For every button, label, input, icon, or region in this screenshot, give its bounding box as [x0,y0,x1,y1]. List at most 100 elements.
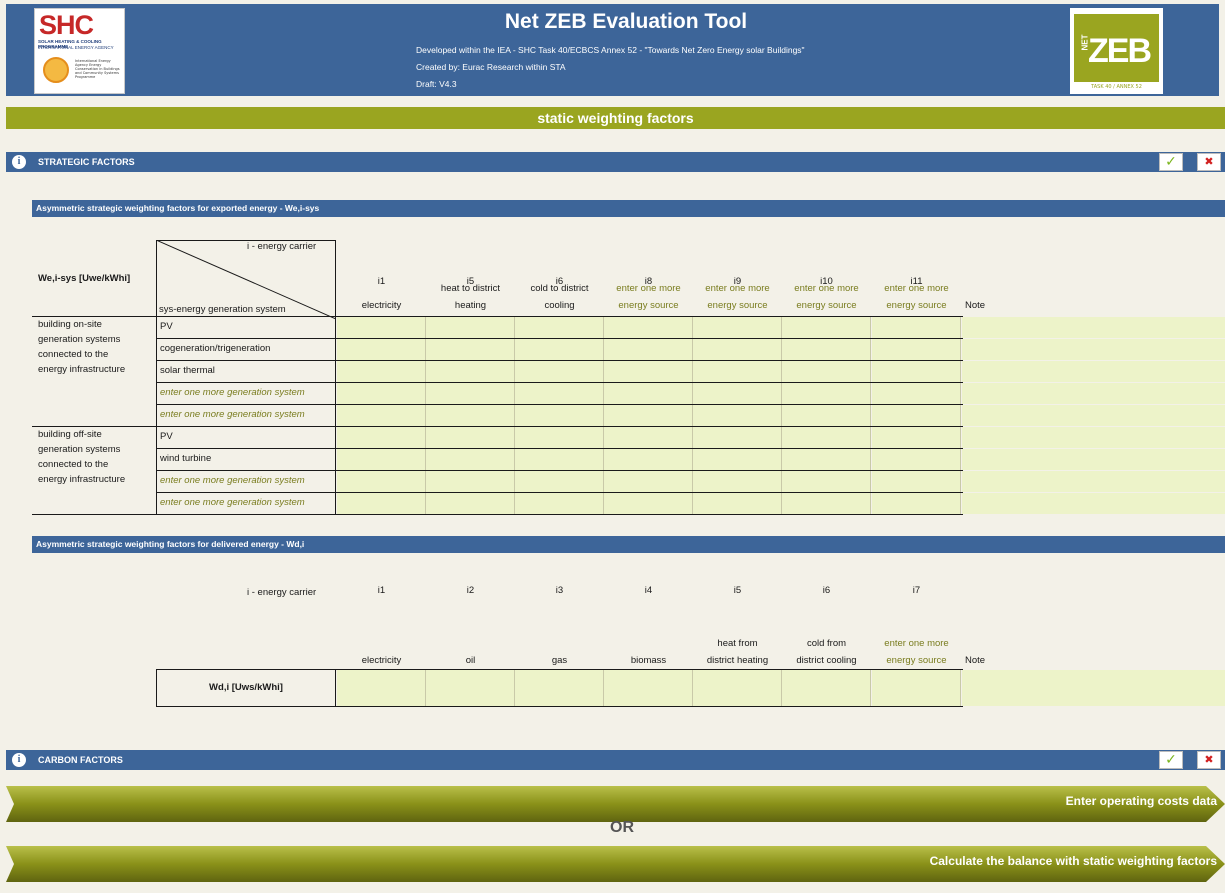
weight-input-cell[interactable] [604,471,693,492]
weight-input-cell[interactable] [693,405,782,426]
weight-input-cell[interactable] [604,427,693,448]
weight-input-cell[interactable] [782,471,871,492]
weight-input-cell[interactable] [693,427,782,448]
confirm-button[interactable]: ✓ [1159,751,1183,769]
weight-input-cell[interactable] [515,405,604,426]
weight-input-cell[interactable] [426,471,515,492]
weight-input-cell[interactable] [426,317,515,338]
note-input-cell[interactable] [962,471,1225,492]
energy-carrier-label: i - energy carrier [247,241,317,252]
weight-input-cell[interactable] [782,427,871,448]
info-icon[interactable]: i [12,753,26,767]
carrier-name: energy source [886,300,947,311]
weight-input-cell[interactable] [515,471,604,492]
row-divider [156,316,157,514]
weight-input-cell[interactable] [426,427,515,448]
generation-system-row-label[interactable]: enter one more generation system [160,475,305,486]
weight-input-cell[interactable] [693,361,782,382]
weight-input-cell[interactable] [872,361,961,382]
weight-input-cell[interactable] [782,383,871,404]
weight-input-cell[interactable] [426,449,515,470]
weight-input-cell[interactable] [604,361,693,382]
weight-input-cell[interactable] [604,383,693,404]
weight-input-cell[interactable] [872,427,961,448]
weight-input-cell[interactable] [426,493,515,514]
weight-input-cell[interactable] [782,493,871,514]
weight-input-cell[interactable] [426,339,515,360]
generation-system-row-label[interactable]: enter one more generation system [160,387,305,398]
weight-input-cell[interactable] [693,670,782,706]
weight-input-cell[interactable] [337,317,426,338]
weight-input-cell[interactable] [872,383,961,404]
weight-input-cell[interactable] [604,339,693,360]
weight-input-cell[interactable] [515,361,604,382]
generation-system-row-label[interactable]: enter one more generation system [160,497,305,508]
weight-input-cell[interactable] [782,317,871,338]
weight-input-cell[interactable] [693,493,782,514]
weight-input-cell[interactable] [426,383,515,404]
weight-input-cell[interactable] [515,383,604,404]
weight-input-cell[interactable] [872,471,961,492]
info-icon[interactable]: i [12,155,26,169]
weight-input-cell[interactable] [515,317,604,338]
weight-input-cell[interactable] [604,449,693,470]
close-button[interactable]: ✖ [1197,153,1221,171]
weight-input-cell[interactable] [337,339,426,360]
weight-input-cell[interactable] [872,405,961,426]
weight-input-cell[interactable] [693,471,782,492]
note-input-cell[interactable] [962,405,1225,426]
carrier-id: i1 [377,585,386,596]
weight-input-cell[interactable] [604,317,693,338]
weight-input-cell[interactable] [872,449,961,470]
carbon-factors-bar[interactable]: i CARBON FACTORS ✓ ✖ [6,750,1225,770]
weight-input-cell[interactable] [872,493,961,514]
weight-input-cell[interactable] [872,339,961,360]
carrier-name: heat from [717,638,758,649]
weight-input-cell[interactable] [337,405,426,426]
weight-input-cell[interactable] [337,493,426,514]
close-button[interactable]: ✖ [1197,751,1221,769]
note-input-cell[interactable] [962,493,1225,514]
note-input-cell[interactable] [962,427,1225,448]
weight-input-cell[interactable] [693,383,782,404]
weight-input-cell[interactable] [782,670,871,706]
note-input-cell[interactable] [962,383,1225,404]
note-input-cell[interactable] [962,361,1225,382]
weight-input-cell[interactable] [872,670,961,706]
strategic-factors-bar[interactable]: i STRATEGIC FACTORS ✓ ✖ [6,152,1225,172]
calculate-balance-button[interactable]: Calculate the balance with static weight… [6,846,1225,882]
weight-input-cell[interactable] [337,361,426,382]
weight-input-cell[interactable] [872,317,961,338]
confirm-button[interactable]: ✓ [1159,153,1183,171]
weight-input-cell[interactable] [693,449,782,470]
note-input-cell[interactable] [962,339,1225,360]
weight-input-cell[interactable] [337,670,426,706]
weight-input-cell[interactable] [337,471,426,492]
weight-input-cell[interactable] [515,427,604,448]
weight-input-cell[interactable] [782,361,871,382]
weight-input-cell[interactable] [693,339,782,360]
note-input-cell[interactable] [962,317,1225,338]
weight-input-cell[interactable] [515,449,604,470]
enter-operating-costs-button[interactable]: Enter operating costs data [6,786,1225,822]
weight-input-cell[interactable] [337,449,426,470]
header-line-3: Draft: V4.3 [416,79,457,89]
weight-input-cell[interactable] [515,339,604,360]
weight-input-cell[interactable] [426,361,515,382]
weight-input-cell[interactable] [604,670,693,706]
generation-system-row-label[interactable]: enter one more generation system [160,409,305,420]
weight-input-cell[interactable] [693,317,782,338]
weight-input-cell[interactable] [426,670,515,706]
weight-input-cell[interactable] [604,493,693,514]
weight-input-cell[interactable] [515,493,604,514]
weight-input-cell[interactable] [426,405,515,426]
weight-input-cell[interactable] [782,449,871,470]
weight-input-cell[interactable] [604,405,693,426]
weight-input-cell[interactable] [515,670,604,706]
weight-input-cell[interactable] [782,405,871,426]
note-input-cell[interactable] [962,670,1225,706]
weight-input-cell[interactable] [782,339,871,360]
weight-input-cell[interactable] [337,427,426,448]
note-input-cell[interactable] [962,449,1225,470]
weight-input-cell[interactable] [337,383,426,404]
